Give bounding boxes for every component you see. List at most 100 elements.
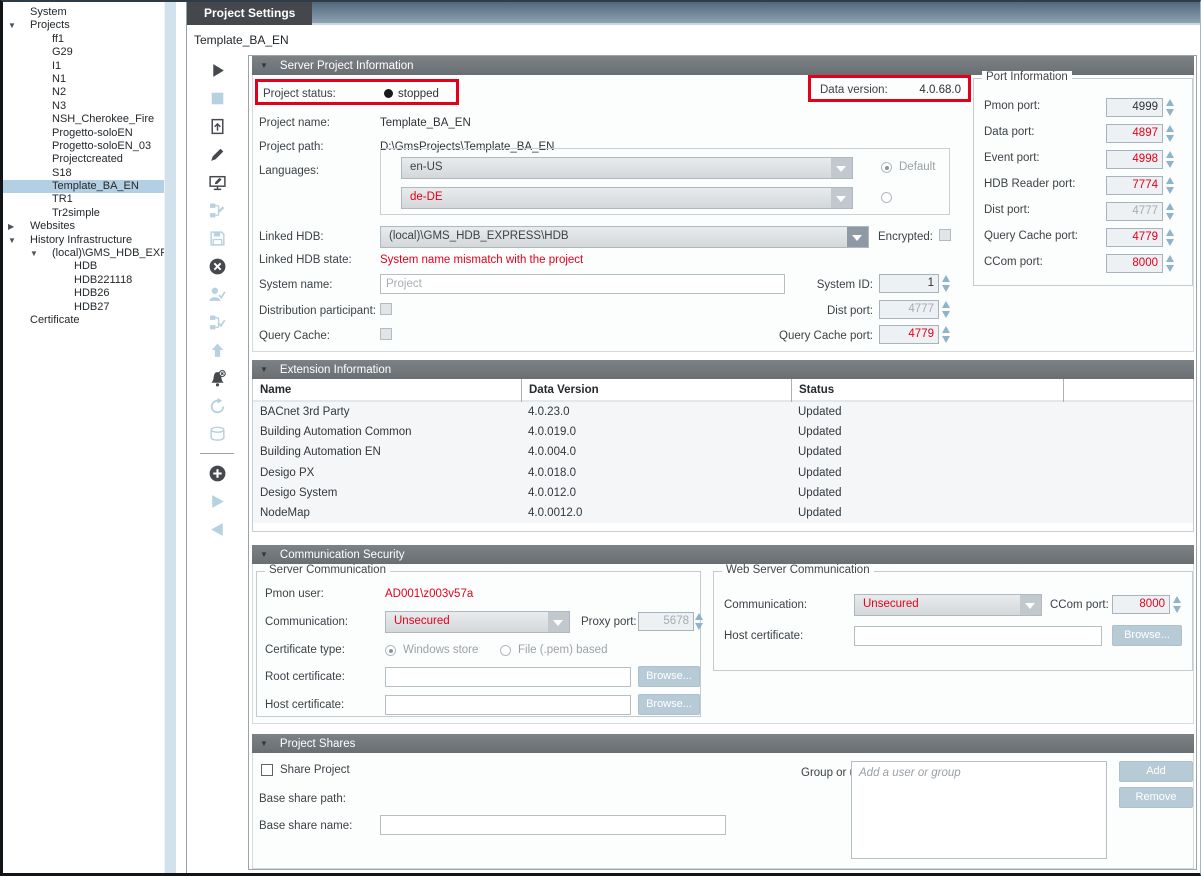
host-certificate-browse-button[interactable]: Browse... xyxy=(638,694,700,715)
system-id-spinner[interactable] xyxy=(941,274,952,293)
remove-button[interactable]: Remove xyxy=(1119,787,1193,808)
port-row-spinner[interactable] xyxy=(1165,124,1176,143)
history-database-button[interactable] xyxy=(187,420,247,448)
windows-store-radio[interactable] xyxy=(385,645,396,656)
port-row-field[interactable]: 4779 xyxy=(1106,228,1163,247)
collapse-icon[interactable]: ▼ xyxy=(8,234,16,247)
secondary-language-radio[interactable] xyxy=(881,192,892,203)
tree-item-hdb221118[interactable]: HDB221118 xyxy=(3,274,164,287)
activate-project-button[interactable] xyxy=(187,112,247,140)
system-name-input[interactable] xyxy=(380,274,785,294)
tree-scrollbar[interactable] xyxy=(164,2,176,873)
restore-button[interactable] xyxy=(187,392,247,420)
collapse-icon[interactable]: ▼ xyxy=(8,19,16,32)
tree-item-n3[interactable]: N3 xyxy=(3,100,164,113)
file-pem-radio[interactable] xyxy=(500,645,511,656)
tree-item-system[interactable]: System xyxy=(3,6,164,19)
edit-project-button[interactable] xyxy=(187,140,247,168)
tree-item-websites[interactable]: ▶Websites xyxy=(3,220,164,233)
group-user-listbox[interactable]: Add a user or group xyxy=(851,761,1107,859)
default-language-radio[interactable] xyxy=(881,162,892,173)
section-header-extension-info[interactable]: ▼Extension Information xyxy=(252,360,1194,379)
column-header[interactable] xyxy=(1063,379,1193,402)
start-project-button[interactable] xyxy=(187,56,247,84)
tree-item-nsh-cherokee-fire[interactable]: NSH_Cherokee_Fire xyxy=(3,113,164,126)
column-header[interactable]: Data Version xyxy=(521,379,791,402)
ccom-port-spinner[interactable] xyxy=(1172,595,1183,614)
ccom-port-field[interactable]: 8000 xyxy=(1112,595,1170,614)
communication-dropdown[interactable]: Unsecured xyxy=(385,611,570,633)
next-button[interactable] xyxy=(187,487,247,515)
dist-port-spinner[interactable] xyxy=(941,300,952,319)
tree-item--local-gms-hdb-express[interactable]: ▼(local)\GMS_HDB_EXPRESS xyxy=(3,247,164,260)
query-cache-port-spinner[interactable] xyxy=(941,325,952,344)
distribution-participant-checkbox[interactable] xyxy=(380,303,392,315)
add-button[interactable]: Add xyxy=(1119,761,1193,782)
network-check-button[interactable] xyxy=(187,308,247,336)
port-row-field[interactable]: 4998 xyxy=(1106,150,1163,169)
user-check-button[interactable] xyxy=(187,280,247,308)
tree-item-certificate[interactable]: Certificate xyxy=(3,314,164,327)
query-cache-checkbox[interactable] xyxy=(380,328,392,340)
previous-button[interactable] xyxy=(187,515,247,543)
section-header-project-shares[interactable]: ▼Project Shares xyxy=(252,734,1194,753)
port-row-spinner[interactable] xyxy=(1165,228,1176,247)
tree-item-history-infrastructure[interactable]: ▼History Infrastructure xyxy=(3,234,164,247)
query-cache-port-field[interactable]: 4779 xyxy=(879,325,939,344)
tab-project-settings[interactable]: Project Settings xyxy=(187,2,312,25)
section-header-communication-security[interactable]: ▼Communication Security xyxy=(252,545,1194,564)
save-button[interactable] xyxy=(187,224,247,252)
port-row-spinner[interactable] xyxy=(1165,202,1176,221)
tree-item-hdb26[interactable]: HDB26 xyxy=(3,287,164,300)
port-row-field[interactable]: 7774 xyxy=(1106,176,1163,195)
dist-port-field[interactable]: 4777 xyxy=(879,300,939,319)
upgrade-button[interactable] xyxy=(187,336,247,364)
proxy-port-field[interactable]: 5678 xyxy=(638,612,694,631)
tree-item-tr1[interactable]: TR1 xyxy=(3,193,164,206)
web-host-certificate-input[interactable] xyxy=(854,626,1102,646)
web-communication-dropdown[interactable]: Unsecured xyxy=(854,594,1042,616)
language-secondary-dropdown[interactable]: de-DE xyxy=(401,187,853,209)
tree-item-template-ba-en[interactable]: Template_BA_EN xyxy=(3,180,164,193)
share-project-checkbox[interactable] xyxy=(261,764,273,776)
table-row[interactable]: Desigo System4.0.012.0Updated xyxy=(253,483,1193,503)
column-header[interactable]: Status xyxy=(791,379,1063,402)
table-row[interactable]: Desigo PX4.0.018.0Updated xyxy=(253,463,1193,483)
tree-item-hdb[interactable]: HDB xyxy=(3,260,164,273)
tree-item-g29[interactable]: G29 xyxy=(3,46,164,59)
port-row-spinner[interactable] xyxy=(1165,254,1176,273)
tree-item-i1[interactable]: I1 xyxy=(3,60,164,73)
table-row[interactable]: NodeMap4.0.0012.0Updated xyxy=(253,503,1193,523)
base-share-name-input[interactable] xyxy=(380,815,726,835)
proxy-port-spinner[interactable] xyxy=(694,612,705,631)
tree-item-progetto-soloen-03[interactable]: Progetto-soloEN_03 xyxy=(3,140,164,153)
language-primary-dropdown[interactable]: en-US xyxy=(401,157,853,179)
table-row[interactable]: BACnet 3rd Party4.0.23.0Updated xyxy=(253,402,1193,422)
port-row-field[interactable]: 4999 xyxy=(1106,98,1163,117)
port-row-spinner[interactable] xyxy=(1165,98,1176,117)
port-row-field[interactable]: 8000 xyxy=(1106,254,1163,273)
edit-network-button[interactable] xyxy=(187,196,247,224)
tree-item-projectcreated[interactable]: Projectcreated xyxy=(3,153,164,166)
tree-item-projects[interactable]: ▼Projects xyxy=(3,19,164,32)
tree-item-n1[interactable]: N1 xyxy=(3,73,164,86)
port-row-spinner[interactable] xyxy=(1165,176,1176,195)
stop-project-button[interactable] xyxy=(187,84,247,112)
column-header[interactable]: Name xyxy=(253,379,521,402)
deactivate-button[interactable] xyxy=(187,252,247,280)
root-certificate-input[interactable] xyxy=(385,667,631,687)
system-id-field[interactable]: 1 xyxy=(879,274,939,293)
tree-item-tr2simple[interactable]: Tr2simple xyxy=(3,207,164,220)
table-row[interactable]: Building Automation EN4.0.004.0Updated xyxy=(253,442,1193,462)
linked-hdb-dropdown[interactable]: (local)\GMS_HDB_EXPRESS\HDB xyxy=(380,226,869,248)
edit-display-button[interactable] xyxy=(187,168,247,196)
root-certificate-browse-button[interactable]: Browse... xyxy=(638,666,700,687)
port-row-field[interactable]: 4777 xyxy=(1106,202,1163,221)
table-row[interactable]: Building Automation Common4.0.019.0Updat… xyxy=(253,422,1193,442)
encrypted-checkbox[interactable] xyxy=(939,229,951,241)
tree-item-ff1[interactable]: ff1 xyxy=(3,33,164,46)
port-row-field[interactable]: 4897 xyxy=(1106,124,1163,143)
mute-alarms-button[interactable] xyxy=(187,364,247,392)
tree-item-s18[interactable]: S18 xyxy=(3,167,164,180)
web-host-certificate-browse-button[interactable]: Browse... xyxy=(1112,625,1182,646)
